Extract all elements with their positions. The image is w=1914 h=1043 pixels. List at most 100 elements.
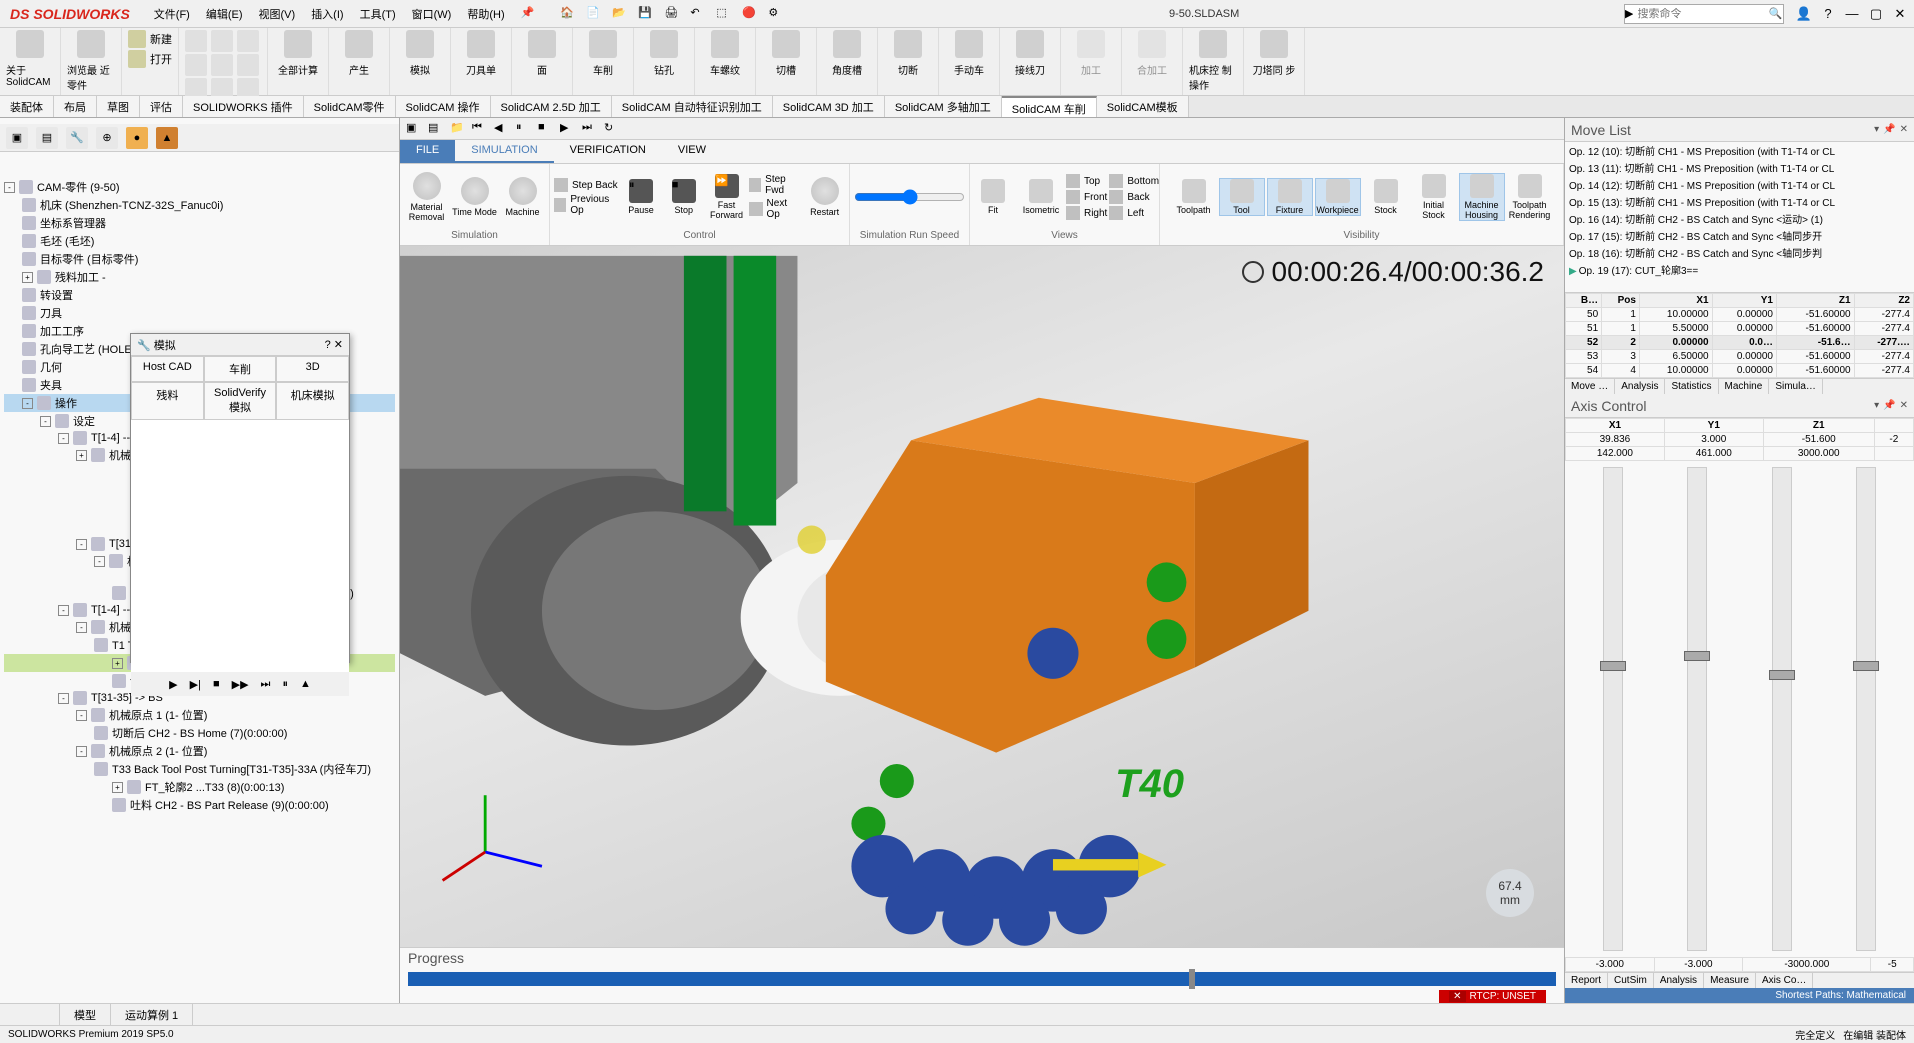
tree-holders[interactable]: 转设置 — [4, 286, 395, 304]
tree-bshome[interactable]: 切断后 CH2 - BS Home (7)(0:00:00) — [4, 724, 395, 742]
search-icon[interactable]: 🔍 — [1768, 7, 1783, 20]
vpr-next-op[interactable]: Next Op — [749, 198, 802, 220]
ax-tab-axisco[interactable]: Axis Co… — [1756, 973, 1813, 988]
vpr-material-removal[interactable]: Material Removal — [404, 172, 450, 222]
ax-tab-report[interactable]: Report — [1565, 973, 1608, 988]
ac-min-icon[interactable]: ▾ — [1874, 400, 1879, 411]
vpr-speed-slider[interactable] — [854, 189, 965, 205]
fm-icon-a[interactable] — [6, 155, 22, 171]
tree-rest[interactable]: +残料加工 - — [4, 268, 395, 286]
sim-tab-turn[interactable]: 车削 — [204, 356, 277, 382]
fm-tab1-icon[interactable]: ▣ — [6, 127, 28, 149]
vp-next-icon[interactable]: ▶ — [560, 121, 576, 137]
ribbon-toollist[interactable]: 刀具单 — [457, 30, 505, 77]
vpr-workpiece[interactable]: Workpiece — [1315, 178, 1361, 216]
ml-tab-move[interactable]: Move … — [1565, 379, 1615, 394]
vpr-pause[interactable]: ⏸Pause — [621, 179, 662, 215]
new-doc-icon[interactable]: 📄 — [586, 6, 602, 22]
tab-sc-3d[interactable]: SolidCAM 3D 加工 — [773, 96, 885, 117]
sim-tab-machine-sim[interactable]: 机床模拟 — [276, 382, 349, 420]
sim-eject-icon[interactable]: ▲ — [300, 678, 311, 690]
ac-pin-icon[interactable]: 📌 — [1883, 400, 1895, 411]
ribbon-thread[interactable]: 车螺纹 — [701, 30, 749, 77]
move-list-row[interactable]: Op. 19 (17): CUT_轮廓3== — [1565, 261, 1914, 278]
vp-first-icon[interactable]: ⏮ — [472, 121, 488, 137]
move-list-row[interactable]: Op. 16 (14): 切断前 CH2 - BS Catch and Sync… — [1565, 210, 1914, 227]
bottom-tab-motion[interactable]: 运动算例 1 — [111, 1004, 193, 1025]
menu-edit[interactable]: 编辑(E) — [200, 4, 249, 24]
vpr-step-fwd[interactable]: Step Fwd — [749, 174, 802, 196]
ribbon-mco[interactable]: 机床控 制操作 — [1189, 30, 1237, 92]
menu-window[interactable]: 窗口(W) — [406, 4, 458, 24]
axis-slider-extra[interactable] — [1856, 467, 1876, 951]
vpr-fast-forward[interactable]: ⏩Fast Forward — [706, 174, 747, 220]
search-box[interactable]: ▶ 🔍 — [1624, 4, 1784, 24]
tree-stock[interactable]: 毛坯 (毛坯) — [4, 232, 395, 250]
move-list-row[interactable]: Op. 15 (13): 切断前 CH1 - MS Preposition (w… — [1565, 193, 1914, 210]
move-list-row[interactable]: Op. 18 (16): 切断前 CH2 - BS Catch and Sync… — [1565, 244, 1914, 261]
ax-tab-measure[interactable]: Measure — [1704, 973, 1756, 988]
sim-tab-solidverify[interactable]: SolidVerify 模拟 — [204, 382, 277, 420]
move-grid-row[interactable]: 5220.000000.0…-51.6…-277.… — [1566, 336, 1914, 350]
ribbon-turn[interactable]: 车削 — [579, 30, 627, 77]
vp-last-icon[interactable]: ⏭ — [582, 121, 598, 137]
tree-mach-o2[interactable]: -机械原点 2 (1- 位置) — [4, 742, 395, 760]
ml-tab-machine[interactable]: Machine — [1719, 379, 1770, 394]
fm-icon-b[interactable] — [28, 155, 44, 171]
save-icon[interactable]: 💾 — [638, 6, 654, 22]
menu-tools[interactable]: 工具(T) — [354, 4, 402, 24]
ribbon-machining[interactable]: 加工 — [1067, 30, 1115, 77]
vpr-housing[interactable]: Machine Housing — [1459, 173, 1505, 221]
vp-prev-icon[interactable]: ◀ — [494, 121, 510, 137]
move-list-row[interactable]: Op. 17 (15): 切断前 CH2 - BS Catch and Sync… — [1565, 227, 1914, 244]
fm-tab4-icon[interactable]: ⊕ — [96, 127, 118, 149]
axis-slider-x1[interactable] — [1603, 467, 1623, 951]
tab-sc-25d[interactable]: SolidCAM 2.5D 加工 — [491, 96, 612, 117]
menu-file[interactable]: 文件(F) — [148, 4, 196, 24]
fm-tab3-icon[interactable]: 🔧 — [66, 127, 88, 149]
vpr-time-mode[interactable]: Time Mode — [452, 177, 498, 217]
move-list[interactable]: Op. 12 (10): 切断前 CH1 - MS Preposition (w… — [1565, 142, 1914, 292]
ribbon-groove[interactable]: 切槽 — [762, 30, 810, 77]
tab-evaluate[interactable]: 评估 — [140, 96, 183, 117]
ribbon-turret-sync[interactable]: 刀塔同 步 — [1250, 30, 1298, 77]
rebuild-icon[interactable]: 🔴 — [742, 6, 758, 22]
vp-tab-verification[interactable]: VERIFICATION — [554, 140, 662, 163]
ml-pin-icon[interactable]: 📌 — [1883, 124, 1895, 135]
close-icon[interactable]: ✕ — [1890, 6, 1910, 22]
vpr-fixture[interactable]: Fixture — [1267, 178, 1313, 216]
sim-stop-icon[interactable]: ■ — [213, 678, 220, 690]
fm-tab6-icon[interactable]: ▲ — [156, 127, 178, 149]
tree-mach-o1b[interactable]: -机械原点 1 (1- 位置) — [4, 706, 395, 724]
tree-target[interactable]: 目标零件 (目标零件) — [4, 250, 395, 268]
vp-restart-icon[interactable]: ↻ — [604, 121, 620, 137]
ml-tab-analysis[interactable]: Analysis — [1615, 379, 1665, 394]
home-icon[interactable]: 🏠 — [560, 6, 576, 22]
sim-step-icon[interactable]: ▶| — [190, 678, 201, 691]
ax-tab-analysis[interactable]: Analysis — [1654, 973, 1704, 988]
move-grid-row[interactable]: 50110.000000.00000-51.60000-277.4 — [1566, 308, 1914, 322]
tab-sc-op[interactable]: SolidCAM 操作 — [396, 96, 491, 117]
tab-sc-part[interactable]: SolidCAM零件 — [304, 96, 396, 117]
ribbon-drill[interactable]: 钻孔 — [640, 30, 688, 77]
sim-play-icon[interactable]: ▶ — [169, 678, 177, 691]
undo-icon[interactable]: ↶ — [690, 6, 706, 22]
help-icon[interactable]: ? — [1818, 6, 1838, 22]
ribbon-wire[interactable]: 接线刀 — [1006, 30, 1054, 77]
simulation-popup[interactable]: 🔧 模拟 ? ✕ Host CAD 车削 3D 残料 SolidVerify 模… — [130, 333, 350, 663]
ml-tab-simula[interactable]: Simula… — [1769, 379, 1823, 394]
move-grid-row[interactable]: 5115.500000.00000-51.60000-277.4 — [1566, 322, 1914, 336]
vpr-iso[interactable]: Isometric — [1018, 179, 1064, 215]
ml-close-icon[interactable]: ✕ — [1900, 124, 1908, 135]
vpr-step-back[interactable]: Step Back — [554, 178, 619, 192]
open-icon[interactable]: 📂 — [612, 6, 628, 22]
axis-slider-z1[interactable] — [1772, 467, 1792, 951]
vpr-top[interactable]: Top — [1066, 174, 1107, 188]
move-grid-row[interactable]: 5336.500000.00000-51.60000-277.4 — [1566, 350, 1914, 364]
tab-sc-afr[interactable]: SolidCAM 自动特征识别加工 — [612, 96, 773, 117]
sim-tab-hostcad[interactable]: Host CAD — [131, 356, 204, 382]
axis-slider-y1[interactable] — [1687, 467, 1707, 951]
ribbon-simulate[interactable]: 模拟 — [396, 30, 444, 77]
vpr-right[interactable]: Right — [1066, 206, 1107, 220]
move-grid-row[interactable]: 54410.000000.00000-51.60000-277.4 — [1566, 364, 1914, 378]
